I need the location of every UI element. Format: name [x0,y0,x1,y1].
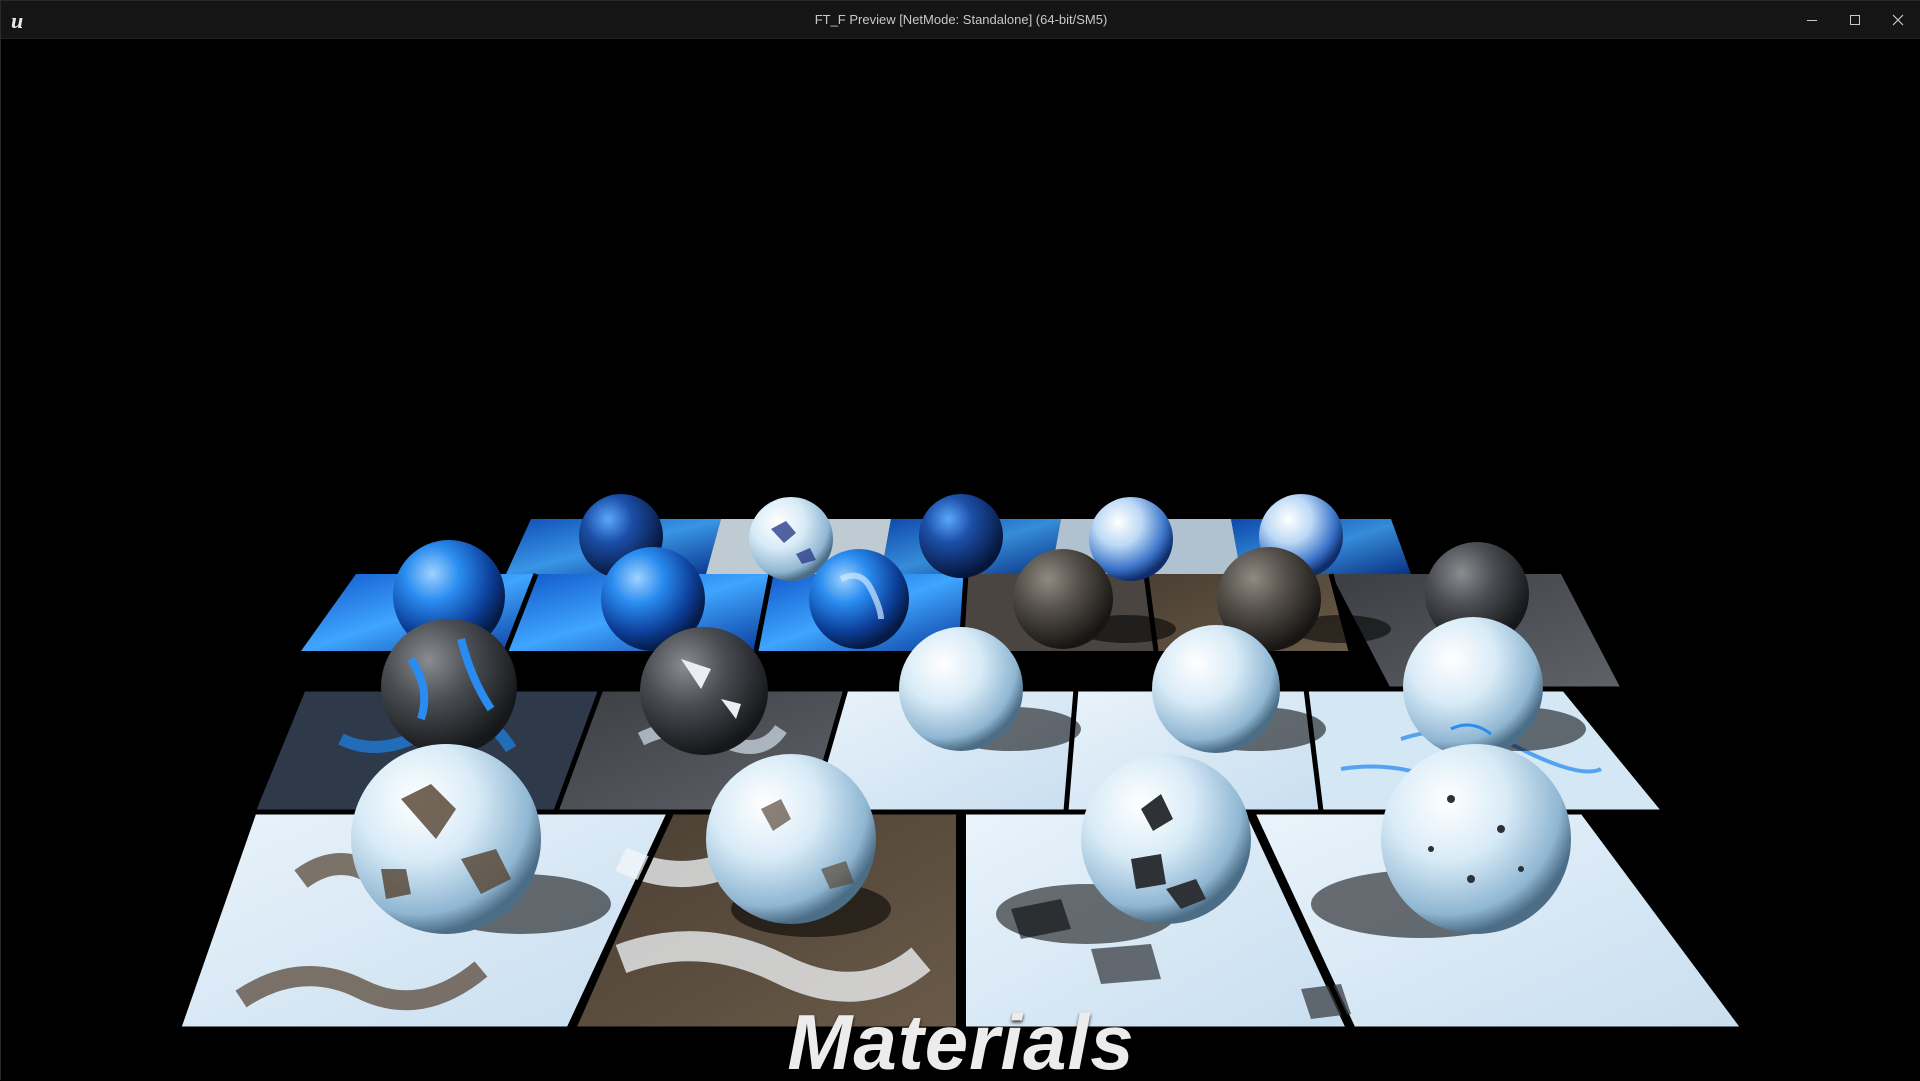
minimize-button[interactable] [1791,1,1833,39]
close-icon [1892,14,1904,26]
materials-caption: Materials [787,998,1135,1081]
game-preview-window: u FT_F Preview [NetMode: Standalone] (64… [0,0,1920,1081]
maximize-icon [1850,15,1860,25]
close-button[interactable] [1877,1,1919,39]
window-title: FT_F Preview [NetMode: Standalone] (64-b… [814,12,1108,27]
minimize-icon [1807,20,1817,21]
maximize-button[interactable] [1834,1,1876,39]
game-viewport[interactable]: Materials [1,39,1920,1081]
material-showcase-scene [181,494,1741,1032]
title-bar[interactable]: u FT_F Preview [NetMode: Standalone] (64… [1,1,1920,39]
